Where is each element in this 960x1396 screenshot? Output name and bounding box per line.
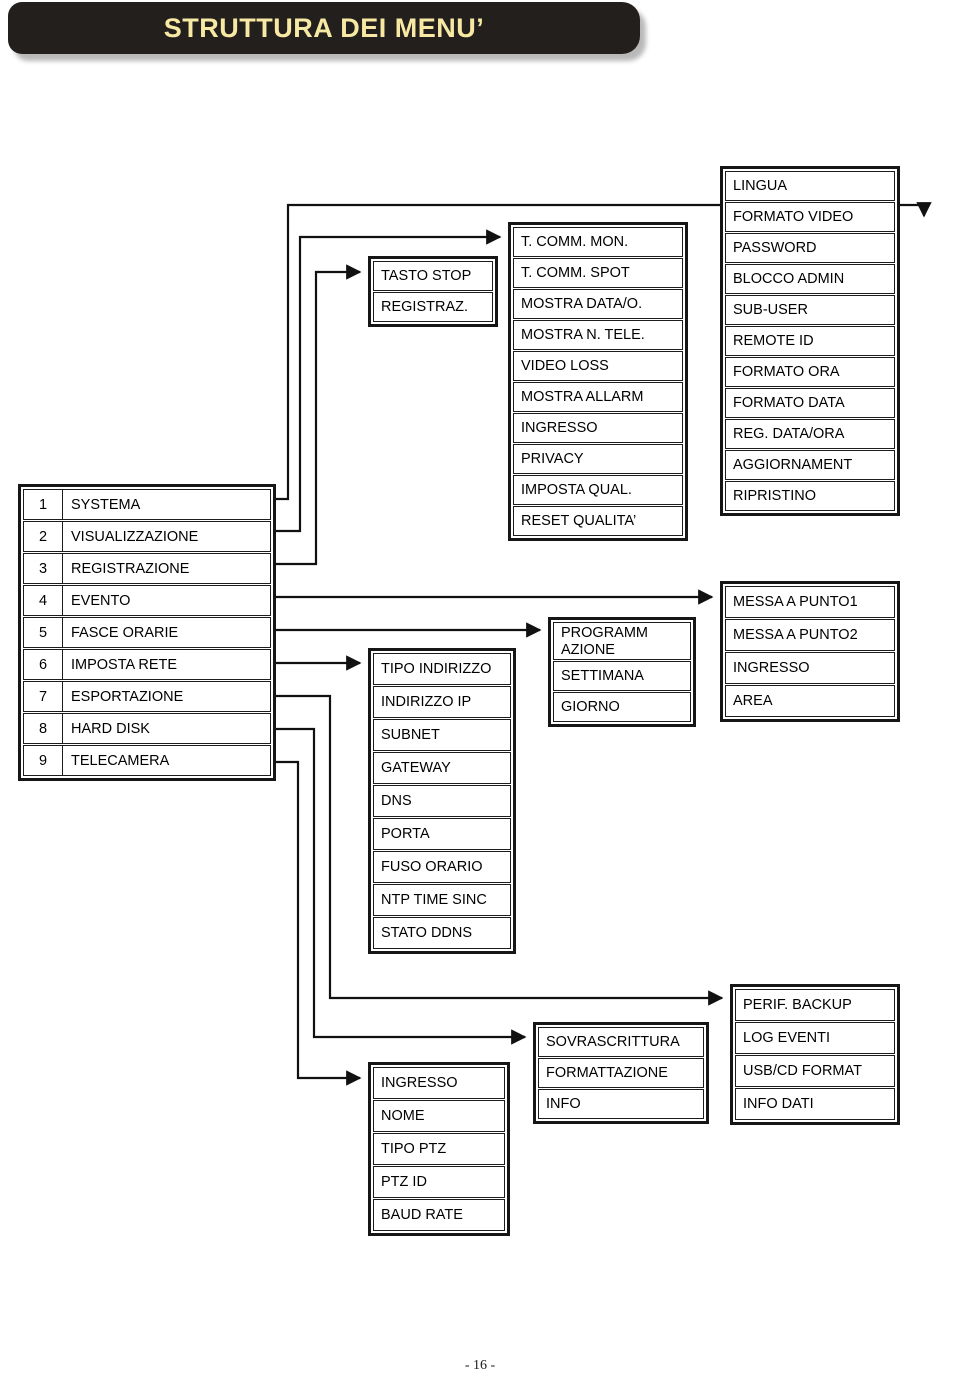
system-menu-item[interactable]: LINGUA: [725, 171, 895, 201]
visualization-menu-item[interactable]: RESET QUALITA’: [513, 506, 683, 536]
visualization-menu-item[interactable]: INGRESSO: [513, 413, 683, 443]
main-menu-label: IMPOSTA RETE: [63, 649, 271, 680]
event-menu-item[interactable]: MESSA A PUNTO2: [725, 619, 895, 651]
system-menu-item[interactable]: REG. DATA/ORA: [725, 419, 895, 449]
main-menu-label: VISUALIZZAZIONE: [63, 521, 271, 552]
main-menu-label: SYSTEMA: [63, 489, 271, 520]
main-menu-row[interactable]: 5 FASCE ORARIE: [23, 617, 271, 648]
visualization-menu-item[interactable]: IMPOSTA QUAL.: [513, 475, 683, 505]
main-menu-row[interactable]: 9 TELECAMERA: [23, 745, 271, 776]
system-menu-item[interactable]: AGGIORNAMENT: [725, 450, 895, 480]
recording-menu-item[interactable]: REGISTRAZ.: [373, 292, 493, 322]
visualization-menu-item[interactable]: MOSTRA DATA/O.: [513, 289, 683, 319]
main-menu-label: ESPORTAZIONE: [63, 681, 271, 712]
main-menu-row[interactable]: 4 EVENTO: [23, 585, 271, 616]
page-header-banner: STRUTTURA DEI MENU’: [8, 2, 640, 54]
system-menu-item[interactable]: BLOCCO ADMIN: [725, 264, 895, 294]
main-menu-index: 9: [23, 745, 63, 776]
camera-menu-item[interactable]: NOME: [373, 1100, 505, 1132]
main-menu-label: REGISTRAZIONE: [63, 553, 271, 584]
system-menu-item[interactable]: REMOTE ID: [725, 326, 895, 356]
network-menu-item[interactable]: NTP TIME SINC: [373, 884, 511, 916]
system-menu-item[interactable]: RIPRISTINO: [725, 481, 895, 511]
camera-menu-item[interactable]: PTZ ID: [373, 1166, 505, 1198]
main-menu-label: EVENTO: [63, 585, 271, 616]
event-menu-item[interactable]: INGRESSO: [725, 652, 895, 684]
page-title: STRUTTURA DEI MENU’: [163, 12, 485, 43]
camera-menu-item[interactable]: TIPO PTZ: [373, 1133, 505, 1165]
visualization-menu-item[interactable]: PRIVACY: [513, 444, 683, 474]
network-menu-item[interactable]: PORTA: [373, 818, 511, 850]
network-menu-item[interactable]: DNS: [373, 785, 511, 817]
system-menu-item[interactable]: FORMATO DATA: [725, 388, 895, 418]
export-menu-item[interactable]: USB/CD FORMAT: [735, 1055, 895, 1087]
network-menu-item[interactable]: TIPO INDIRIZZO: [373, 653, 511, 685]
main-menu-index: 3: [23, 553, 63, 584]
export-menu-item[interactable]: PERIF. BACKUP: [735, 989, 895, 1021]
page-number: - 16 -: [464, 1358, 496, 1373]
main-menu-row[interactable]: 1 SYSTEMA: [23, 489, 271, 520]
recording-menu-group: TASTO STOP REGISTRAZ.: [368, 256, 498, 327]
main-menu-table: 1 SYSTEMA 2 VISUALIZZAZIONE 3 REGISTRAZIONE 4 E…: [18, 484, 276, 781]
camera-menu-item[interactable]: INGRESSO: [373, 1067, 505, 1099]
system-menu-item[interactable]: FORMATO ORA: [725, 357, 895, 387]
visualization-menu-item[interactable]: T. COMM. SPOT: [513, 258, 683, 288]
network-menu-item[interactable]: STATO DDNS: [373, 917, 511, 949]
main-menu-label: TELECAMERA: [63, 745, 271, 776]
main-menu-row[interactable]: 2 VISUALIZZAZIONE: [23, 521, 271, 552]
event-menu-item[interactable]: MESSA A PUNTO1: [725, 586, 895, 618]
recording-menu-item[interactable]: TASTO STOP: [373, 261, 493, 291]
system-menu-item[interactable]: SUB-USER: [725, 295, 895, 325]
event-menu-item[interactable]: AREA: [725, 685, 895, 717]
system-menu-item[interactable]: PASSWORD: [725, 233, 895, 263]
event-menu-group: MESSA A PUNTO1 MESSA A PUNTO2 INGRESSO AREA: [720, 581, 900, 722]
visualization-menu-item[interactable]: VIDEO LOSS: [513, 351, 683, 381]
harddisk-menu-item[interactable]: SOVRASCRITTURA: [538, 1027, 704, 1057]
visualization-menu-item[interactable]: MOSTRA ALLARM: [513, 382, 683, 412]
network-menu-item[interactable]: INDIRIZZO IP: [373, 686, 511, 718]
main-menu-index: 2: [23, 521, 63, 552]
network-menu-group: TIPO INDIRIZZO INDIRIZZO IP SUBNET GATEWAY D…: [368, 648, 516, 954]
network-menu-item[interactable]: SUBNET: [373, 719, 511, 751]
visualization-menu-item[interactable]: T. COMM. MON.: [513, 227, 683, 257]
visualization-menu-group: T. COMM. MON. T. COMM. SPOT MOSTRA DATA/O.…: [508, 222, 688, 541]
system-menu-item[interactable]: FORMATO VIDEO: [725, 202, 895, 232]
main-menu-index: 8: [23, 713, 63, 744]
main-menu-row[interactable]: 6 IMPOSTA RETE: [23, 649, 271, 680]
main-menu-row[interactable]: 7 ESPORTAZIONE: [23, 681, 271, 712]
schedule-menu-item[interactable]: GIORNO: [553, 692, 691, 722]
harddisk-menu-item[interactable]: FORMATTAZIONE: [538, 1058, 704, 1088]
harddisk-menu-item[interactable]: INFO: [538, 1089, 704, 1119]
main-menu-row[interactable]: 8 HARD DISK: [23, 713, 271, 744]
network-menu-item[interactable]: GATEWAY: [373, 752, 511, 784]
camera-menu-group: INGRESSO NOME TIPO PTZ PTZ ID BAUD RATE: [368, 1062, 510, 1236]
export-menu-group: PERIF. BACKUP LOG EVENTI USB/CD FORMAT INFO…: [730, 984, 900, 1125]
schedule-menu-item[interactable]: SETTIMANA: [553, 661, 691, 691]
schedule-menu-group: PROGRAMM AZIONE SETTIMANA GIORNO: [548, 617, 696, 727]
system-menu-group: LINGUA FORMATO VIDEO PASSWORD BLOCCO ADMIN S…: [720, 166, 900, 516]
main-menu-index: 4: [23, 585, 63, 616]
export-menu-item[interactable]: INFO DATI: [735, 1088, 895, 1120]
main-menu-index: 6: [23, 649, 63, 680]
network-menu-item[interactable]: FUSO ORARIO: [373, 851, 511, 883]
visualization-menu-item[interactable]: MOSTRA N. TELE.: [513, 320, 683, 350]
export-menu-item[interactable]: LOG EVENTI: [735, 1022, 895, 1054]
camera-menu-item[interactable]: BAUD RATE: [373, 1199, 505, 1231]
main-menu-label: HARD DISK: [63, 713, 271, 744]
main-menu-label: FASCE ORARIE: [63, 617, 271, 648]
main-menu-index: 7: [23, 681, 63, 712]
main-menu-index: 1: [23, 489, 63, 520]
schedule-menu-item[interactable]: PROGRAMM AZIONE: [553, 622, 691, 660]
main-menu-index: 5: [23, 617, 63, 648]
harddisk-menu-group: SOVRASCRITTURA FORMATTAZIONE INFO: [533, 1022, 709, 1124]
main-menu-row[interactable]: 3 REGISTRAZIONE: [23, 553, 271, 584]
